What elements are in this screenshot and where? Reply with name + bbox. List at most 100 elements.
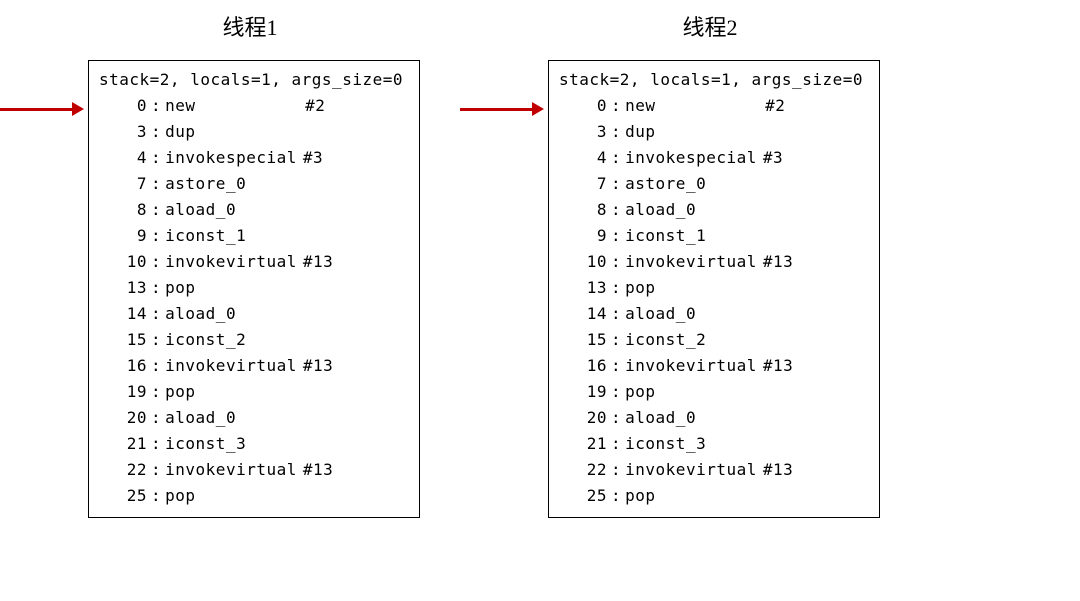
bytecode-header: stack=2, locals=1, args_size=0: [559, 67, 869, 93]
bytecode-line: 22:invokevirtual#13: [99, 457, 409, 483]
const-pool-ref: #13: [303, 457, 333, 483]
bytecode-line: 14:aload_0: [99, 301, 409, 327]
diagram-page: 线程1 线程2 stack=2, locals=1, args_size=0 0…: [0, 0, 1080, 601]
const-pool-ref: #13: [763, 353, 793, 379]
bytecode-line: 0:new#2: [99, 93, 409, 119]
bytecode-line: 8:aload_0: [99, 197, 409, 223]
colon-separator: :: [151, 431, 165, 457]
bytecode-line: 19:pop: [559, 379, 869, 405]
offset-value: 15: [559, 327, 611, 353]
offset-value: 21: [99, 431, 151, 457]
offset-value: 7: [99, 171, 151, 197]
mnemonic-value: dup: [165, 119, 195, 145]
mnemonic-value: pop: [625, 483, 655, 509]
colon-separator: :: [611, 171, 625, 197]
bytecode-line: 22:invokevirtual#13: [559, 457, 869, 483]
bytecode-line: 4:invokespecial#3: [559, 145, 869, 171]
bytecode-header: stack=2, locals=1, args_size=0: [99, 67, 409, 93]
bytecode-line: 3:dup: [559, 119, 869, 145]
bytecode-line: 10:invokevirtual#13: [559, 249, 869, 275]
bytecode-line: 4:invokespecial#3: [99, 145, 409, 171]
colon-separator: :: [151, 275, 165, 301]
offset-value: 7: [559, 171, 611, 197]
colon-separator: :: [151, 145, 165, 171]
bytecode-line: 0:new#2: [559, 93, 869, 119]
colon-separator: :: [151, 379, 165, 405]
colon-separator: :: [151, 457, 165, 483]
bytecode-line: 7:astore_0: [99, 171, 409, 197]
mnemonic-value: aload_0: [165, 301, 236, 327]
mnemonic-value: new: [165, 93, 305, 119]
bytecode-line: 21:iconst_3: [559, 431, 869, 457]
offset-value: 3: [99, 119, 151, 145]
offset-value: 25: [99, 483, 151, 509]
mnemonic-value: aload_0: [625, 405, 696, 431]
bytecode-line: 25:pop: [99, 483, 409, 509]
bytecode-line: 16:invokevirtual#13: [99, 353, 409, 379]
bytecode-line: 8:aload_0: [559, 197, 869, 223]
bytecode-line: 15:iconst_2: [99, 327, 409, 353]
colon-separator: :: [151, 119, 165, 145]
mnemonic-value: invokevirtual: [625, 457, 763, 483]
thread2-bytecode-box: stack=2, locals=1, args_size=0 0:new#23:…: [548, 60, 880, 518]
offset-value: 0: [99, 93, 151, 119]
offset-value: 9: [99, 223, 151, 249]
colon-separator: :: [611, 119, 625, 145]
const-pool-ref: #3: [763, 145, 783, 171]
offset-value: 13: [99, 275, 151, 301]
offset-value: 8: [559, 197, 611, 223]
mnemonic-value: invokevirtual: [625, 249, 763, 275]
colon-separator: :: [151, 93, 165, 119]
const-pool-ref: #13: [303, 353, 333, 379]
mnemonic-value: invokevirtual: [165, 353, 303, 379]
bytecode-line: 20:aload_0: [99, 405, 409, 431]
thread2-title: 线程2: [640, 10, 780, 42]
bytecode-line: 19:pop: [99, 379, 409, 405]
colon-separator: :: [151, 353, 165, 379]
mnemonic-value: iconst_1: [625, 223, 706, 249]
const-pool-ref: #2: [305, 93, 325, 119]
offset-value: 13: [559, 275, 611, 301]
offset-value: 25: [559, 483, 611, 509]
colon-separator: :: [611, 327, 625, 353]
mnemonic-value: dup: [625, 119, 655, 145]
colon-separator: :: [611, 457, 625, 483]
colon-separator: :: [611, 405, 625, 431]
colon-separator: :: [611, 197, 625, 223]
mnemonic-value: pop: [165, 379, 195, 405]
offset-value: 22: [559, 457, 611, 483]
bytecode-line: 25:pop: [559, 483, 869, 509]
colon-separator: :: [611, 379, 625, 405]
offset-value: 9: [559, 223, 611, 249]
colon-separator: :: [151, 483, 165, 509]
mnemonic-value: aload_0: [165, 197, 236, 223]
offset-value: 10: [559, 249, 611, 275]
mnemonic-value: invokespecial: [165, 145, 303, 171]
offset-value: 14: [99, 301, 151, 327]
bytecode-line: 20:aload_0: [559, 405, 869, 431]
bytecode-line: 3:dup: [99, 119, 409, 145]
mnemonic-value: aload_0: [165, 405, 236, 431]
mnemonic-value: pop: [165, 275, 195, 301]
mnemonic-value: astore_0: [165, 171, 246, 197]
bytecode-line: 21:iconst_3: [99, 431, 409, 457]
mnemonic-value: iconst_1: [165, 223, 246, 249]
offset-value: 20: [99, 405, 151, 431]
colon-separator: :: [151, 197, 165, 223]
offset-value: 20: [559, 405, 611, 431]
bytecode-line: 9:iconst_1: [99, 223, 409, 249]
colon-separator: :: [151, 405, 165, 431]
mnemonic-value: invokevirtual: [165, 249, 303, 275]
offset-value: 19: [559, 379, 611, 405]
colon-separator: :: [611, 145, 625, 171]
offset-value: 8: [99, 197, 151, 223]
colon-separator: :: [611, 431, 625, 457]
mnemonic-value: iconst_3: [165, 431, 246, 457]
mnemonic-value: iconst_2: [625, 327, 706, 353]
offset-value: 21: [559, 431, 611, 457]
offset-value: 0: [559, 93, 611, 119]
const-pool-ref: #13: [763, 249, 793, 275]
bytecode-line: 14:aload_0: [559, 301, 869, 327]
mnemonic-value: invokespecial: [625, 145, 763, 171]
arrow-thread2-icon: [460, 102, 544, 116]
